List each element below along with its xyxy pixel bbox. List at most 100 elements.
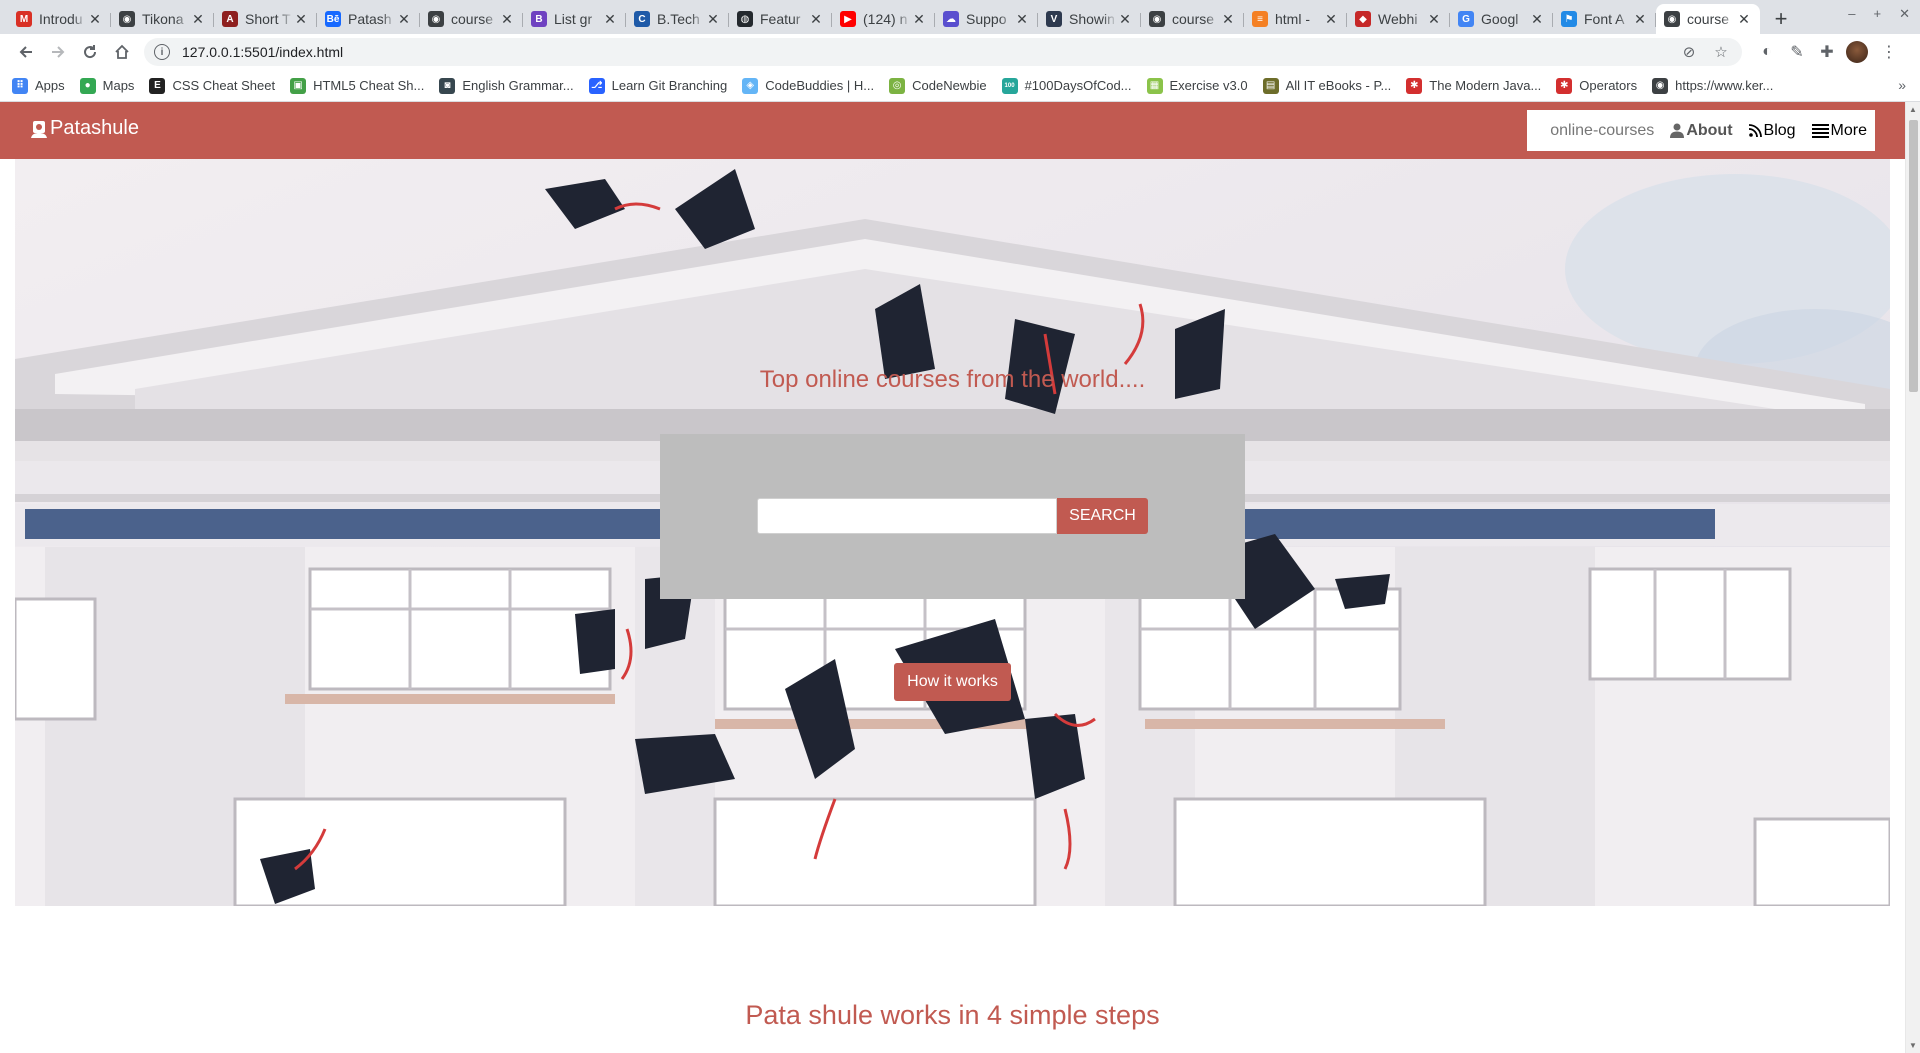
search-button[interactable]: SEARCH xyxy=(1057,498,1148,534)
bookmark-label[interactable]: Learn Git Branching xyxy=(612,78,728,93)
brand-name[interactable]: Patashule xyxy=(50,117,139,140)
browser-tab[interactable]: ◆ Webhi ✕ xyxy=(1347,4,1450,34)
tab-close-icon[interactable]: ✕ xyxy=(911,11,927,28)
bookmark-label[interactable]: The Modern Java... xyxy=(1429,78,1541,93)
nav-about-label[interactable]: About xyxy=(1686,122,1732,140)
tab-close-icon[interactable]: ✕ xyxy=(602,11,618,28)
bookmark-item[interactable]: ◎ CodeNewbie xyxy=(889,77,987,94)
browser-tab[interactable]: ◍ Featur ✕ xyxy=(729,4,832,34)
bookmark-item[interactable]: 100 #100DaysOfCod... xyxy=(1001,77,1132,94)
bookmarks-overflow-icon[interactable]: » xyxy=(1898,77,1906,93)
bookmark-item[interactable]: ◉ https://www.ker... xyxy=(1652,77,1773,94)
browser-tab[interactable]: Bē Patash ✕ xyxy=(317,4,420,34)
browser-tab[interactable]: ▶ (124) n ✕ xyxy=(832,4,935,34)
nav-blog[interactable]: Blog xyxy=(1748,122,1796,140)
bookmark-label[interactable]: CodeNewbie xyxy=(912,78,986,93)
kebab-menu-icon[interactable]: ⋮ xyxy=(1874,42,1904,62)
tab-close-icon[interactable]: ✕ xyxy=(1220,11,1236,28)
browser-tab[interactable]: ☁ Suppo ✕ xyxy=(935,4,1038,34)
scroll-up-arrow-icon[interactable]: ▲ xyxy=(1909,105,1917,114)
tab-close-icon[interactable]: ✕ xyxy=(1632,11,1648,28)
bookmark-label[interactable]: Apps xyxy=(35,78,65,93)
home-button[interactable] xyxy=(106,38,138,66)
bookmark-item[interactable]: ▤ All IT eBooks - P... xyxy=(1262,77,1392,94)
eye-off-icon[interactable]: ⊘ xyxy=(1678,43,1700,61)
scroll-down-arrow-icon[interactable]: ▼ xyxy=(1909,1041,1917,1050)
star-icon[interactable]: ☆ xyxy=(1710,43,1732,61)
extension-pen-icon[interactable]: ✎ xyxy=(1782,42,1812,62)
tab-close-icon[interactable]: ✕ xyxy=(190,11,206,28)
bookmark-label[interactable]: #100DaysOfCod... xyxy=(1025,78,1132,93)
tab-close-icon[interactable]: ✕ xyxy=(808,11,824,28)
bookmark-item[interactable]: ⠿ Apps xyxy=(12,77,65,94)
bookmark-label[interactable]: English Grammar... xyxy=(462,78,573,93)
browser-tab[interactable]: V Showin ✕ xyxy=(1038,4,1141,34)
bookmark-item[interactable]: ▣ HTML5 Cheat Sh... xyxy=(290,77,424,94)
browser-tab[interactable]: ◉ course ✕ xyxy=(420,4,523,34)
tab-close-icon[interactable]: ✕ xyxy=(1426,11,1442,28)
browser-tab[interactable]: ≡ html - ✕ xyxy=(1244,4,1347,34)
bookmark-label[interactable]: All IT eBooks - P... xyxy=(1286,78,1392,93)
scroll-thumb[interactable] xyxy=(1909,120,1918,392)
bookmark-label[interactable]: CSS Cheat Sheet xyxy=(172,78,275,93)
bookmark-item[interactable]: ▦ Exercise v3.0 xyxy=(1146,77,1248,94)
tab-close-icon[interactable]: ✕ xyxy=(1117,11,1133,28)
bookmark-item[interactable]: ● Maps xyxy=(79,77,135,94)
tab-close-icon[interactable]: ✕ xyxy=(1014,11,1030,28)
bookmark-label[interactable]: https://www.ker... xyxy=(1675,78,1773,93)
nav-blog-label[interactable]: Blog xyxy=(1764,122,1796,140)
tab-close-icon[interactable]: ✕ xyxy=(1529,11,1545,28)
new-tab-button[interactable]: + xyxy=(1766,4,1796,34)
nav-online-courses[interactable]: online-courses xyxy=(1550,122,1654,140)
site-info-icon[interactable]: i xyxy=(154,44,170,60)
bookmark-label[interactable]: CodeBuddies | H... xyxy=(765,78,874,93)
profile-avatar[interactable] xyxy=(1846,41,1868,63)
tab-close-icon[interactable]: ✕ xyxy=(293,11,309,28)
window-controls: – + ✕ xyxy=(1848,6,1910,22)
forward-button[interactable] xyxy=(42,38,74,66)
tab-close-icon[interactable]: ✕ xyxy=(1736,11,1752,28)
extension-sync-icon[interactable]: ◐ xyxy=(1752,43,1782,61)
nav-online-courses-label[interactable]: online-courses xyxy=(1550,122,1654,140)
browser-tab[interactable]: ◉ course ✕ xyxy=(1141,4,1244,34)
bookmark-item[interactable]: ◙ English Grammar... xyxy=(439,77,574,94)
bookmark-item[interactable]: ⎇ Learn Git Branching xyxy=(588,77,728,94)
maximize-icon[interactable]: + xyxy=(1874,6,1882,22)
browser-tab[interactable]: ⚑ Font A ✕ xyxy=(1553,4,1656,34)
browser-tab[interactable]: B List gr ✕ xyxy=(523,4,626,34)
tab-close-icon[interactable]: ✕ xyxy=(87,11,103,28)
browser-tab[interactable]: A Short T ✕ xyxy=(214,4,317,34)
nav-more[interactable]: More xyxy=(1811,122,1867,140)
course-search-input[interactable] xyxy=(757,498,1057,534)
bookmark-label[interactable]: Operators xyxy=(1579,78,1637,93)
minimize-icon[interactable]: – xyxy=(1848,6,1855,22)
brand-link[interactable]: Patashule xyxy=(30,117,139,140)
tab-close-icon[interactable]: ✕ xyxy=(1323,11,1339,28)
reload-button[interactable] xyxy=(74,38,106,66)
browser-tab[interactable]: ◉ Tikona ✕ xyxy=(111,4,214,34)
gmail-icon: M xyxy=(16,11,32,27)
close-window-icon[interactable]: ✕ xyxy=(1899,6,1910,22)
nav-about[interactable]: About xyxy=(1670,122,1733,140)
address-url[interactable]: 127.0.0.1:5501/index.html xyxy=(182,44,1668,60)
how-it-works-button[interactable]: How it works xyxy=(894,663,1011,701)
browser-tab[interactable]: G Googl ✕ xyxy=(1450,4,1553,34)
browser-tab[interactable]: M Introdu ✕ xyxy=(8,4,111,34)
tab-close-icon[interactable]: ✕ xyxy=(396,11,412,28)
bookmark-item[interactable]: ◈ CodeBuddies | H... xyxy=(742,77,874,94)
bookmark-item[interactable]: ✱ The Modern Java... xyxy=(1406,77,1541,94)
address-bar[interactable]: i 127.0.0.1:5501/index.html ⊘ ☆ xyxy=(144,38,1742,66)
bookmark-item[interactable]: ✱ Operators xyxy=(1556,77,1637,94)
bookmark-label[interactable]: Exercise v3.0 xyxy=(1170,78,1248,93)
nav-more-label[interactable]: More xyxy=(1831,122,1867,140)
back-button[interactable] xyxy=(10,38,42,66)
tab-active[interactable]: ◉ course ✕ xyxy=(1656,4,1760,34)
tab-close-icon[interactable]: ✕ xyxy=(499,11,515,28)
tab-close-icon[interactable]: ✕ xyxy=(705,11,721,28)
bookmark-label[interactable]: HTML5 Cheat Sh... xyxy=(313,78,424,93)
bookmark-item[interactable]: E CSS Cheat Sheet xyxy=(149,77,275,94)
page-scrollbar[interactable]: ▲ ▼ xyxy=(1905,102,1920,1053)
bookmark-label[interactable]: Maps xyxy=(103,78,135,93)
browser-tab[interactable]: C B.Tech ✕ xyxy=(626,4,729,34)
puzzle-icon[interactable]: ✚ xyxy=(1812,42,1842,62)
